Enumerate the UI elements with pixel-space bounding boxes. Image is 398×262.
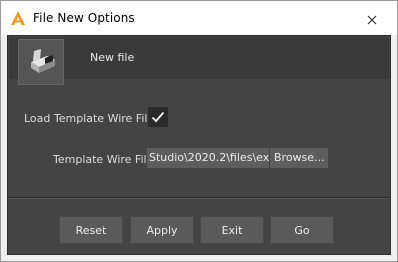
window-title: File New Options xyxy=(33,11,135,25)
close-button[interactable] xyxy=(357,10,387,28)
browse-button[interactable]: Browse... xyxy=(270,148,328,168)
load-template-checkbox[interactable] xyxy=(148,107,168,127)
dialog-window: File New Options New file Load Template … xyxy=(0,0,398,262)
template-wire-file-label: Template Wire File xyxy=(53,153,154,166)
footer-divider-highlight xyxy=(8,198,390,199)
title-bar[interactable]: File New Options xyxy=(1,1,397,35)
file-new-icon xyxy=(18,39,64,85)
app-logo-icon xyxy=(10,10,26,26)
header-title: New file xyxy=(90,51,135,64)
exit-button[interactable]: Exit xyxy=(200,216,264,244)
reset-button[interactable]: Reset xyxy=(59,216,123,244)
template-path-field[interactable]: Studio\2020.2\files\extra xyxy=(147,148,269,168)
close-icon xyxy=(367,10,377,29)
checkmark-icon xyxy=(151,108,165,127)
apply-button[interactable]: Apply xyxy=(130,216,194,244)
header-band: New file xyxy=(9,37,389,85)
go-button[interactable]: Go xyxy=(270,216,334,244)
load-template-label: Load Template Wire File xyxy=(24,112,155,125)
dialog-content: New file Load Template Wire File Templat… xyxy=(7,35,391,255)
